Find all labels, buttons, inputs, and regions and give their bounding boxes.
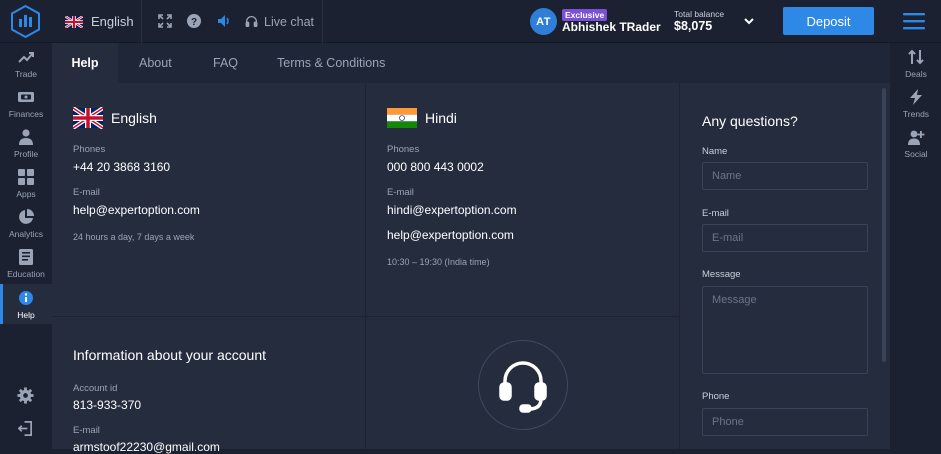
balance-label: Total balance [674,9,725,19]
hindi-phone[interactable]: 000 800 443 0002 [387,160,484,174]
sidebar-item-social[interactable]: Social [890,123,941,163]
sound-icon[interactable] [216,13,232,29]
phones-label: Phones [73,144,106,155]
sidebar-item-label: Trade [15,69,37,79]
divider [679,83,680,449]
sidebar-item-label: Social [904,149,928,159]
wallet-icon [18,92,34,102]
user-name[interactable]: Abhishek TRader [562,20,661,34]
divider [322,0,323,43]
sidebar-item-label: Help [17,310,35,320]
pie-chart-icon [19,209,34,224]
avatar[interactable]: AT [530,8,557,35]
phone-label: Phone [702,391,730,402]
phones-label: Phones [387,144,420,155]
balance-value[interactable]: $8,075 [674,19,712,33]
contact-form-title: Any questions? [702,113,798,129]
sidebar-item-label: Trends [902,109,930,119]
user-icon [19,129,33,145]
headset-icon [245,16,258,28]
sidebar-item-label: Deals [905,69,927,79]
account-id: 813-933-370 [73,398,142,412]
email-label: E-mail [73,187,100,198]
tab-about[interactable]: About [139,43,172,83]
info-icon [19,291,33,305]
svg-text:?: ? [191,17,197,28]
deposit-button[interactable]: Deposit [783,7,874,35]
sidebar-item-label: Education [7,269,45,279]
message-label: Message [702,269,741,280]
apps-grid-icon [18,169,34,185]
uk-flag-icon [65,15,83,28]
right-sidebar: Deals Trends Social [890,43,941,449]
english-hours-note: 24 hours a day, 7 days a week [73,232,195,242]
live-chat-label: Live chat [264,14,315,29]
sidebar-item-education[interactable]: Education [0,243,52,283]
sidebar-item-label: Profile [13,149,39,159]
language-selector[interactable]: English [65,0,134,43]
fullscreen-icon[interactable] [157,13,173,29]
card-title-text: Hindi [425,110,457,126]
email-field[interactable] [702,224,868,252]
scrollbar[interactable] [882,88,886,362]
live-chat-button[interactable]: Live chat [245,0,314,43]
sidebar-item-label: Apps [16,189,36,199]
english-phone[interactable]: +44 20 3868 3160 [73,160,170,174]
help-content: English Phones +44 20 3868 3160 E-mail h… [52,83,890,454]
divider [365,83,366,449]
tab-faq[interactable]: FAQ [213,43,238,83]
account-email: armstoof22230@gmail.com [73,440,220,454]
sort-arrows-icon [908,49,924,65]
account-info-title: Information about your account [73,347,267,363]
uk-flag-icon [73,107,103,129]
tab-terms[interactable]: Terms & Conditions [277,43,385,83]
question-icon[interactable]: ? [186,13,202,29]
help-tabs: Help About FAQ Terms & Conditions [52,43,890,83]
message-field[interactable] [702,286,868,374]
hindi-hours-note: 10:30 – 19:30 (India time) [387,257,490,267]
hindi-support-title: Hindi [387,107,457,129]
sidebar-item-profile[interactable]: Profile [0,123,52,163]
english-email[interactable]: help@expertoption.com [73,203,200,217]
sidebar-item-help[interactable]: Help [0,284,52,324]
hindi-email-secondary[interactable]: help@expertoption.com [387,228,514,242]
sidebar-item-label: Analytics [8,229,43,239]
card-title-text: English [111,110,157,126]
lightning-icon [910,89,922,105]
logout-icon[interactable] [17,420,34,437]
sidebar-item-analytics[interactable]: Analytics [0,203,52,243]
sidebar-item-label: Finances [8,109,44,119]
gear-icon[interactable] [17,387,34,404]
trade-chart-icon [18,52,34,63]
top-bar: English ? Live chat AT Exclusive Abhishe… [0,0,941,43]
english-support-title: English [73,107,157,129]
account-email-label: E-mail [73,425,100,436]
language-label: English [91,14,134,29]
email-label: E-mail [702,208,729,219]
support-headset-badge [478,340,568,430]
india-flag-icon [387,108,417,128]
headset-icon [499,361,547,413]
sidebar-item-trends[interactable]: Trends [890,83,941,123]
phone-field[interactable] [702,408,868,436]
add-user-icon [908,130,925,145]
chevron-down-icon[interactable] [742,14,756,28]
sidebar-item-apps[interactable]: Apps [0,163,52,203]
tab-help[interactable]: Help [52,43,118,83]
name-label: Name [702,146,728,157]
hindi-email[interactable]: hindi@expertoption.com [387,203,517,217]
sidebar-item-trade[interactable]: Trade [0,43,52,83]
sidebar-item-deals[interactable]: Deals [890,43,941,83]
divider [141,0,142,43]
hamburger-menu-icon[interactable] [903,11,925,31]
book-icon [19,249,33,265]
left-sidebar: Trade Finances Profile Apps Analytics Ed… [0,43,52,449]
account-id-label: Account id [73,383,118,394]
expertoption-logo-icon[interactable] [9,5,42,38]
name-field[interactable] [702,162,868,190]
divider [52,316,679,317]
email-label: E-mail [387,187,414,198]
sidebar-item-finances[interactable]: Finances [0,83,52,123]
